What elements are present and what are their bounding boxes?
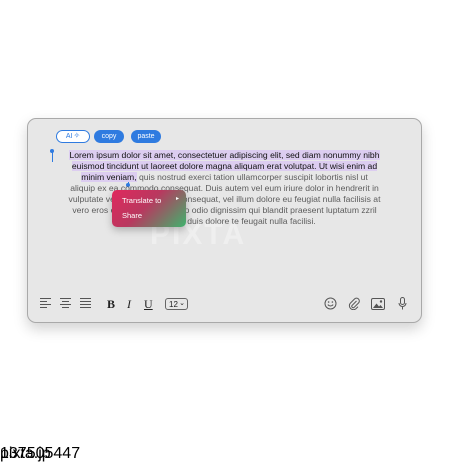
ai-button[interactable]: AI✧: [56, 130, 90, 143]
text-line: quis nostrud exerci tation ullamcorper s…: [136, 172, 368, 182]
context-menu: Translate to ▸ Share: [112, 190, 186, 227]
font-size-select[interactable]: 12 ⌄: [165, 298, 188, 310]
chevron-right-icon: ▸: [175, 196, 179, 202]
image-icon[interactable]: [371, 298, 385, 310]
document-text[interactable]: Lorem ipsum dolor sit amet, consectetuer…: [52, 150, 397, 227]
copy-button[interactable]: copy: [94, 130, 124, 143]
microphone-icon[interactable]: [398, 297, 407, 310]
text-line: vulputate velit esse molestie consequat,…: [68, 194, 381, 204]
attach-icon[interactable]: [348, 297, 360, 310]
selected-text-line: euismod tincidunt ut laoreet dolore magn…: [71, 161, 378, 171]
align-center-icon[interactable]: [60, 298, 71, 309]
align-left-icon[interactable]: [40, 298, 51, 309]
selected-text-line: Lorem ipsum dolor sit amet, consectetuer…: [69, 150, 380, 160]
menu-item-translate[interactable]: Translate to: [122, 196, 161, 205]
ai-label: AI: [65, 133, 73, 140]
underline-button[interactable]: U: [144, 298, 153, 310]
font-size-value: 12: [169, 300, 178, 309]
bold-button[interactable]: B: [107, 298, 115, 310]
sparkle-icon: ✧: [73, 131, 81, 140]
italic-button[interactable]: I: [127, 298, 131, 310]
paste-button[interactable]: paste: [131, 130, 161, 143]
text-line: aliquip ex ea commodo consequat. Duis au…: [70, 183, 379, 193]
emoji-icon[interactable]: [324, 297, 337, 310]
align-justify-icon[interactable]: [80, 298, 91, 309]
selected-text-line: minim veniam,: [81, 172, 137, 182]
text-line: vero eros et accumsan et iusto odio dign…: [72, 205, 377, 215]
image-number: 137505447: [0, 445, 81, 462]
menu-item-share[interactable]: Share: [122, 211, 142, 220]
chevron-down-icon: ⌄: [179, 300, 185, 307]
